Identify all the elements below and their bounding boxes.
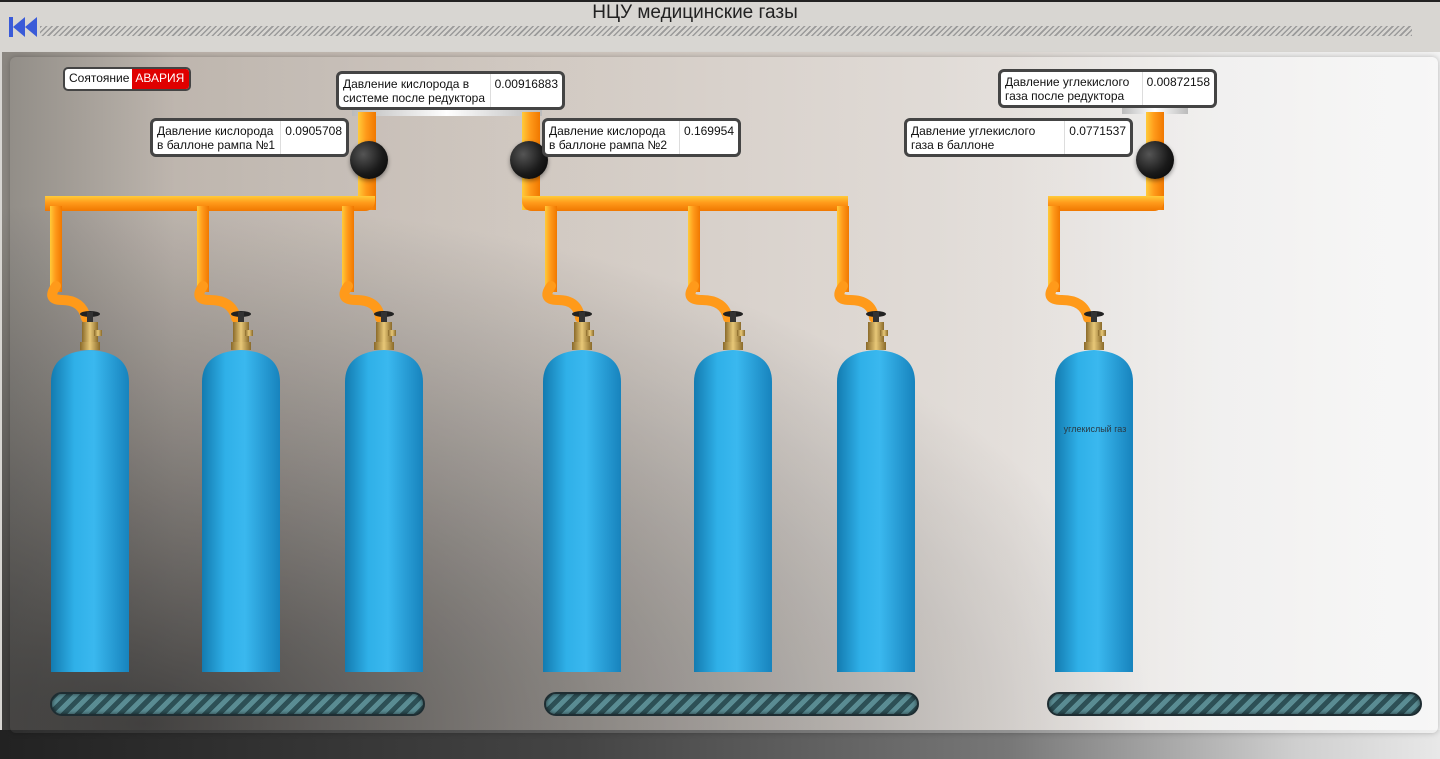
readout-o2-system-value: 0.00916883 (494, 77, 558, 91)
co2-level-bar (1047, 692, 1422, 716)
o2-ramp1-level-bar (50, 692, 425, 716)
co2-cylinder (1055, 311, 1133, 672)
readout-co2-system: Давление углекислого газа после редуктор… (998, 69, 1217, 108)
readout-co2-cylinder: Давление углекислого газа в баллоне 0.07… (904, 118, 1133, 157)
readout-co2-system-label: Давление углекислого газа после редуктор… (1001, 72, 1143, 105)
readout-o2-ramp1: Давление кислорода в баллоне рампа №1 0.… (150, 118, 349, 157)
readout-o2-ramp1-label: Давление кислорода в баллоне рампа №1 (153, 121, 282, 154)
readout-o2-system: Давление кислорода в системе после редук… (336, 71, 565, 110)
o2-cylinder-6 (837, 311, 915, 672)
readout-o2-ramp1-value: 0.0905708 (285, 124, 342, 138)
readout-co2-cylinder-value: 0.0771537 (1069, 124, 1126, 138)
o2-ramp2-level-bar (544, 692, 919, 716)
o2-cylinder-4 (543, 311, 621, 672)
cylinders (51, 311, 1133, 672)
readout-co2-cylinder-label: Давление углекислого газа в баллоне (907, 121, 1066, 154)
readout-o2-ramp2-label: Давление кислорода в баллоне рампа №2 (545, 121, 680, 154)
readout-o2-ramp2-value: 0.169954 (683, 124, 734, 138)
o2-cylinder-5 (694, 311, 772, 672)
co2-cylinder-label: углекислый газ (1063, 424, 1127, 434)
readout-co2-system-value: 0.00872158 (1146, 75, 1210, 89)
o2-cylinder-3 (345, 311, 423, 672)
o2-cylinder-1 (51, 311, 129, 672)
o2-cylinder-2 (202, 311, 280, 672)
readout-o2-system-label: Давление кислорода в системе после редук… (339, 74, 491, 107)
readout-o2-ramp2: Давление кислорода в баллоне рампа №2 0.… (542, 118, 741, 157)
